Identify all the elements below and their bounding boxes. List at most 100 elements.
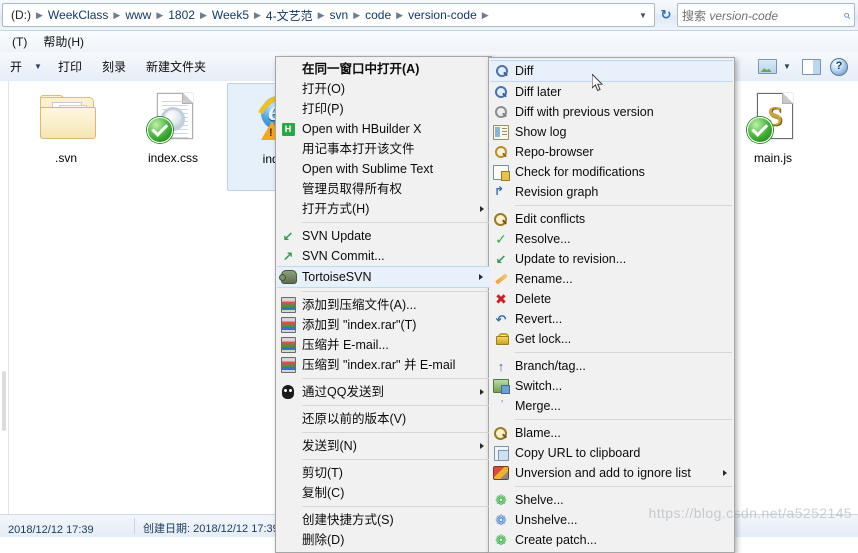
branch-tag-icon: ↑ xyxy=(497,358,505,374)
menu-item[interactable]: 通过QQ发送到 xyxy=(276,382,491,402)
qq-icon xyxy=(280,384,296,400)
menu-item-label: Open with HBuilder X xyxy=(302,121,422,136)
menu-item[interactable]: Unversion and add to ignore list xyxy=(489,463,734,483)
breadcrumb-separator-icon: ▶ xyxy=(156,9,164,20)
menu-item[interactable]: 压缩并 E-mail... xyxy=(276,335,491,355)
breadcrumb-bar[interactable]: (D:) ▶ WeekClass ▶ www ▶ 1802 ▶ Week5 ▶ 4-文艺范 ▶ svn ▶… xyxy=(2,3,655,27)
menu-item[interactable]: Blame... xyxy=(489,423,734,443)
menu-item[interactable]: ↙ SVN Update xyxy=(276,226,491,246)
menu-item[interactable]: 打开方式(H) xyxy=(276,199,491,219)
hbuilder-icon: H xyxy=(280,121,296,137)
menu-item[interactable]: Rename... xyxy=(489,269,734,289)
menu-item[interactable]: 打开(O) xyxy=(276,79,491,99)
breadcrumb-item-4[interactable]: Week5 xyxy=(208,7,253,23)
burn-button[interactable]: 刻录 xyxy=(92,55,136,78)
chevron-down-icon[interactable]: ▼ xyxy=(636,11,650,20)
menu-item[interactable]: ↗ SVN Commit... xyxy=(276,246,491,266)
menu-item[interactable]: Diff xyxy=(490,60,733,82)
breadcrumb-item-0[interactable]: (D:) xyxy=(7,7,35,23)
menu-item-label: 发送到(N) xyxy=(302,438,357,453)
menu-item-label: Check for modifications xyxy=(515,164,645,179)
menu-item[interactable]: ֔ Merge... xyxy=(489,396,734,416)
winrar-icon xyxy=(280,357,296,373)
breadcrumb[interactable]: (D:) ▶ WeekClass ▶ www ▶ 1802 ▶ Week5 ▶ 4-文艺范 ▶ svn ▶… xyxy=(7,6,636,25)
menu-item-label: 打印(P) xyxy=(302,101,344,116)
menu-icon-placeholder xyxy=(280,512,296,528)
toolbar-right-icons: ▼ ? xyxy=(754,56,858,78)
tortoisesvn-submenu[interactable]: Diff Diff later Diff with previous version… xyxy=(488,57,735,553)
breadcrumb-item-8[interactable]: version-code xyxy=(404,7,481,23)
menu-item[interactable]: Repo-browser xyxy=(489,142,734,162)
winrar-icon xyxy=(280,297,296,313)
file-item-main-js[interactable]: S main.js xyxy=(724,83,822,189)
file-item-svn[interactable]: .svn xyxy=(17,83,115,189)
menu-item[interactable]: Show log xyxy=(489,122,734,142)
breadcrumb-item-2[interactable]: www xyxy=(121,7,155,23)
search-icon[interactable]: ⌕ xyxy=(843,7,850,23)
menu-item-label: 管理员取得所有权 xyxy=(302,181,403,196)
menu-item[interactable]: 添加到压缩文件(A)... xyxy=(276,295,491,315)
menu-item[interactable]: Diff with previous version xyxy=(489,102,734,122)
breadcrumb-item-3[interactable]: 1802 xyxy=(164,7,199,23)
menubar-item-help[interactable]: 帮助(H) xyxy=(35,31,92,52)
menu-item[interactable]: 发送到(N) xyxy=(276,436,491,456)
diff-prev-icon xyxy=(493,104,509,120)
chevron-right-icon xyxy=(480,443,484,449)
preview-pane-icon[interactable] xyxy=(754,56,780,78)
breadcrumb-separator-icon: ▶ xyxy=(317,9,325,20)
menu-icon-placeholder xyxy=(280,61,296,77)
menu-item[interactable]: Check for modifications xyxy=(489,162,734,182)
menu-item[interactable]: 剪切(T) xyxy=(276,463,491,483)
menu-item[interactable]: 管理员取得所有权 xyxy=(276,179,491,199)
menu-item[interactable]: ✖ Delete xyxy=(489,289,734,309)
menu-item-label: SVN Update xyxy=(302,228,372,243)
breadcrumb-item-7[interactable]: code xyxy=(361,7,395,23)
breadcrumb-item-1[interactable]: WeekClass xyxy=(44,7,112,23)
preview-caret-icon[interactable]: ▼ xyxy=(782,56,796,78)
refresh-icon[interactable]: ↻ xyxy=(655,4,677,26)
shelve-icon: ❁ xyxy=(495,492,507,508)
create-patch-icon: ❁ xyxy=(495,532,507,548)
menu-item[interactable]: Open with Sublime Text xyxy=(276,159,491,179)
menu-item[interactable]: Diff later xyxy=(489,82,734,102)
menu-item[interactable]: Switch... xyxy=(489,376,734,396)
breadcrumb-item-6[interactable]: svn xyxy=(326,7,353,23)
menu-item[interactable]: 删除(D) xyxy=(276,530,491,550)
menu-item-label: 创建快捷方式(S) xyxy=(302,512,394,527)
menu-item[interactable]: Edit conflicts xyxy=(489,209,734,229)
repo-browser-icon xyxy=(493,144,509,160)
breadcrumb-item-5[interactable]: 4-文艺范 xyxy=(262,6,317,25)
pane-splitter[interactable] xyxy=(2,371,6,431)
status-created-date: 创建日期: 2018/12/12 17:39 xyxy=(143,523,279,535)
chevron-right-icon xyxy=(480,389,484,395)
help-icon[interactable]: ? xyxy=(826,56,852,78)
menu-item[interactable]: 在同一窗口中打开(A) xyxy=(276,59,491,79)
menu-item[interactable]: H Open with HBuilder X xyxy=(276,119,491,139)
menu-item[interactable]: ↱ Revision graph xyxy=(489,182,734,202)
print-button[interactable]: 打印 xyxy=(48,55,92,78)
menu-item[interactable]: 打印(P) xyxy=(276,99,491,119)
organize-button-truncated[interactable]: 开 xyxy=(0,55,32,78)
search-input[interactable]: 搜索 version-code ⌕ xyxy=(677,3,855,27)
chevron-down-icon[interactable]: ▼ xyxy=(32,62,48,71)
menu-item[interactable]: ↑ Branch/tag... xyxy=(489,356,734,376)
menubar-item-tools[interactable]: (T) xyxy=(4,33,35,51)
menu-item-label: 还原以前的版本(V) xyxy=(302,411,407,426)
file-item-index-css[interactable]: index.css xyxy=(124,83,222,189)
menu-item[interactable]: 复制(C) xyxy=(276,483,491,503)
menu-item[interactable]: TortoiseSVN xyxy=(277,266,490,288)
context-menu[interactable]: 在同一窗口中打开(A) 打开(O) 打印(P) H Open with HBuilder… xyxy=(275,56,492,553)
new-folder-button[interactable]: 新建文件夹 xyxy=(136,55,216,78)
menu-item[interactable]: 还原以前的版本(V) xyxy=(276,409,491,429)
menu-item[interactable]: 创建快捷方式(S) xyxy=(276,510,491,530)
menu-item[interactable]: ↙ Update to revision... xyxy=(489,249,734,269)
menu-item[interactable]: Copy URL to clipboard xyxy=(489,443,734,463)
menu-item[interactable]: ↶ Revert... xyxy=(489,309,734,329)
menu-item[interactable]: 添加到 "index.rar"(T) xyxy=(276,315,491,335)
layout-pane-icon[interactable] xyxy=(798,56,824,78)
menu-item[interactable]: 用记事本打开该文件 xyxy=(276,139,491,159)
menu-item[interactable]: ❁ Create patch... xyxy=(489,530,734,550)
menu-item[interactable]: Get lock... xyxy=(489,329,734,349)
menu-item[interactable]: ✓ Resolve... xyxy=(489,229,734,249)
menu-item[interactable]: 压缩到 "index.rar" 并 E-mail xyxy=(276,355,491,375)
